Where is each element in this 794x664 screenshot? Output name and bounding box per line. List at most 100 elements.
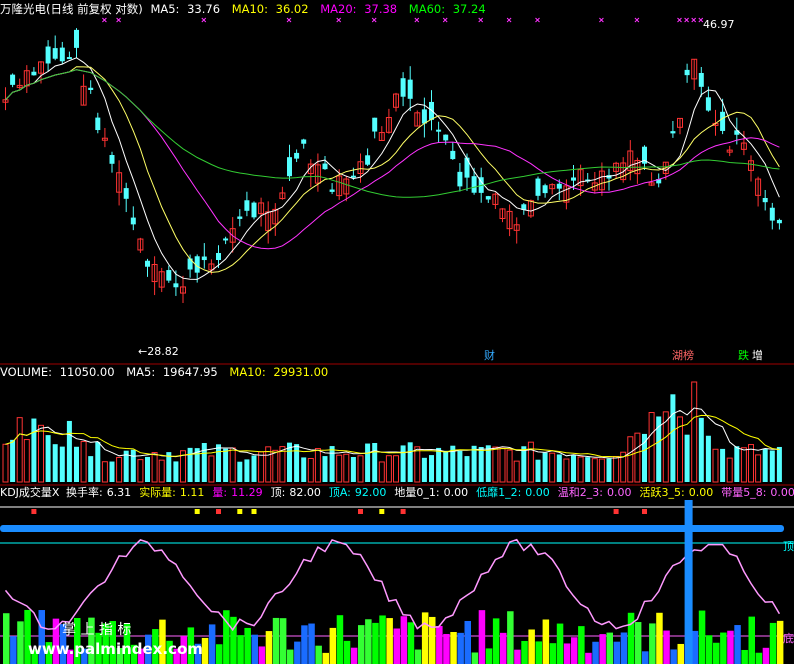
indicator-item-label: 低靡1_2: <box>476 486 522 499</box>
volume-bar <box>627 436 634 483</box>
turnover-bar <box>727 630 734 664</box>
volume-bar <box>229 447 236 483</box>
mark-x-icon <box>506 17 512 23</box>
candle-body <box>45 46 51 64</box>
volume-bar <box>762 448 768 482</box>
turnover-bar <box>492 618 500 664</box>
turnover-bar <box>450 632 457 664</box>
volume-bar <box>506 449 513 483</box>
volume-label: VOLUME: <box>0 365 53 379</box>
turnover-bar <box>578 626 585 664</box>
candle-body <box>166 270 172 281</box>
volume-bar <box>521 446 527 482</box>
turnover-bar <box>216 644 223 664</box>
volume-bar <box>670 394 676 482</box>
kdj-line <box>4 538 781 632</box>
turnover-bar <box>549 643 557 664</box>
turnover-bar <box>769 622 777 664</box>
turnover-bar <box>585 652 592 664</box>
volume-bar <box>726 457 733 483</box>
stock-name[interactable]: 万隆光电 <box>0 2 46 16</box>
volume-bar <box>251 455 257 482</box>
volume-bar <box>571 454 576 482</box>
indicator-name[interactable]: KDJ成交量X <box>0 486 59 499</box>
turnover-bar <box>372 622 379 664</box>
volume-bar <box>769 450 775 482</box>
volume-bar <box>151 452 158 483</box>
turnover-bar <box>208 624 216 664</box>
volume-bar <box>563 458 570 483</box>
indicator-item-label: 活跃3_5: <box>639 486 685 499</box>
turnover-bar <box>620 632 628 664</box>
turnover-bar <box>556 623 564 664</box>
volume-bar <box>429 455 434 482</box>
candle-body <box>95 117 101 131</box>
volume-chart[interactable] <box>2 381 782 483</box>
ma10-label: MA10: <box>231 2 268 16</box>
turnover-bar <box>471 652 479 664</box>
candle-body <box>443 134 449 141</box>
ma20-value: 37.38 <box>364 2 398 16</box>
event-mark-increase[interactable]: 增 <box>752 347 763 363</box>
volume-bar <box>187 447 193 482</box>
turnover-bar <box>705 635 713 664</box>
turnover-bar <box>336 615 344 664</box>
turnover-bar <box>592 641 599 664</box>
chart-canvas[interactable] <box>0 0 794 664</box>
signal-mark <box>216 509 221 514</box>
level-band <box>0 525 784 532</box>
indicator-item-value: 1.11 <box>179 486 205 499</box>
turnover-bar <box>436 625 443 664</box>
event-mark-finance[interactable]: 财 <box>484 347 495 363</box>
turnover-bar <box>244 627 251 664</box>
volume-bar <box>776 446 782 482</box>
volume-bar <box>478 446 484 482</box>
ma5-label: MA5: <box>150 2 180 16</box>
turnover-bar <box>599 634 606 664</box>
turnover-bar <box>251 634 258 664</box>
volume-bar <box>740 447 747 483</box>
volume-bar <box>684 434 690 482</box>
candle-body <box>66 57 72 60</box>
volume-bar <box>457 450 463 482</box>
turnover-bar <box>741 649 748 664</box>
indicator-item-label: 实际量: <box>139 486 176 499</box>
indicator-item-label: 带量5_8: <box>721 486 767 499</box>
candle-body <box>287 157 292 177</box>
volume-bar <box>414 446 421 483</box>
turnover-bar <box>350 647 358 664</box>
turnover-bar <box>294 641 301 664</box>
vol-ma5-value: 19647.95 <box>162 365 218 379</box>
turnover-bar <box>755 652 763 664</box>
ma20-label: MA20: <box>320 2 357 16</box>
turnover-bar <box>464 620 471 664</box>
indicator-item-label: 顶A: <box>328 486 351 499</box>
price-header: 万隆光电(日线 前复权 对数) MA5: 33.76 MA10: 36.02 M… <box>0 2 494 16</box>
turnover-bar <box>713 642 720 664</box>
mark-x-icon <box>414 17 420 23</box>
candle-body <box>720 111 726 131</box>
candle-body <box>322 163 328 170</box>
candle-body <box>223 238 229 241</box>
event-mark-list[interactable]: 湖榜 <box>672 347 694 363</box>
event-mark-drop[interactable]: 跌 <box>738 347 749 363</box>
volume-bar <box>734 446 740 482</box>
turnover-bar <box>670 649 677 664</box>
indicator-item-value: 82.00 <box>289 486 321 499</box>
price-chart[interactable] <box>2 17 782 303</box>
turnover-bar <box>691 630 699 664</box>
ma5-value: 33.76 <box>187 2 221 16</box>
volume-bar <box>208 455 215 483</box>
high-price-label: 46.97 <box>703 18 735 31</box>
signal-mark <box>251 509 257 514</box>
volume-bar <box>223 448 229 482</box>
turnover-bar <box>521 640 528 664</box>
candle-body <box>251 202 257 218</box>
volume-bar <box>173 461 179 482</box>
volume-bar <box>2 443 9 483</box>
volume-bar <box>130 449 136 482</box>
indicator-item: 低靡1_2: 0.00 <box>476 486 554 499</box>
indicator-header: KDJ成交量X 换手率: 6.31 实际量: 1.11 量: 11.29 顶: 82.00 顶A… <box>0 486 794 500</box>
chart-params: (日线 前复权 对数) <box>46 2 143 16</box>
turnover-bar <box>514 649 521 664</box>
